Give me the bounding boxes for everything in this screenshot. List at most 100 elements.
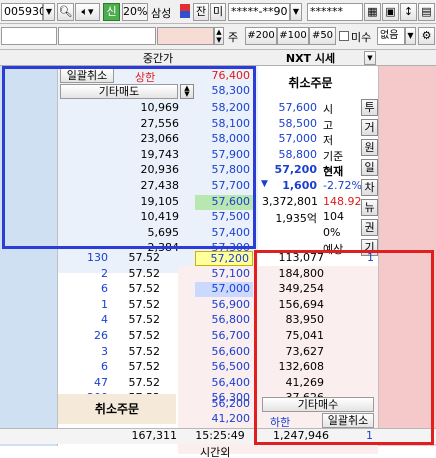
nxt-value: 1,600 <box>282 179 317 192</box>
sort-button[interactable]: ↕ <box>400 3 417 21</box>
field-1[interactable] <box>1 27 57 45</box>
ask-price[interactable]: 57,700 <box>195 179 253 194</box>
fill-left-count[interactable]: 47 <box>60 376 108 389</box>
none-select[interactable]: 없음 <box>377 27 405 45</box>
other-buy-button[interactable]: 기타매수 <box>262 397 374 412</box>
bid-qty[interactable]: 132,608 <box>262 360 325 373</box>
side-tab[interactable]: 차 <box>361 179 378 196</box>
bid-qty[interactable]: 184,800 <box>262 267 325 280</box>
ask-price[interactable]: 57,600 <box>195 194 253 210</box>
bid-price[interactable]: 57,100 <box>195 267 253 282</box>
grid-icon-button[interactable]: ▦ <box>364 3 381 21</box>
bid-qty[interactable]: 41,269 <box>262 376 325 389</box>
table-button[interactable]: ▤ <box>418 3 435 21</box>
qty-200-button[interactable]: #200 <box>245 27 277 45</box>
ask-bulk-cancel-button[interactable]: 일괄취소 <box>60 68 114 83</box>
fill-avg-price[interactable]: 57.52 <box>115 282 161 295</box>
fill-left-count[interactable]: 130 <box>60 251 108 264</box>
qty-50-button[interactable]: #50 <box>309 27 336 45</box>
unfilled-button[interactable]: 미 <box>210 3 226 21</box>
fill-avg-price[interactable]: 57.52 <box>115 360 161 373</box>
right-order-column[interactable] <box>378 66 436 446</box>
bid-qty[interactable]: 156,694 <box>262 298 325 311</box>
ask-qty[interactable]: 27,556 <box>110 117 182 130</box>
other-sell-price: 58,300 <box>211 84 251 97</box>
account-input[interactable]: *****-**90 <box>228 3 290 21</box>
qty-spinner[interactable]: ▲ ▼ <box>214 27 224 45</box>
qty-100-button[interactable]: #100 <box>277 27 309 45</box>
ask-qty[interactable]: 23,066 <box>110 132 182 145</box>
fill-left-count[interactable]: 2 <box>60 267 108 280</box>
ask-price[interactable]: 57,900 <box>195 148 253 163</box>
fill-left-count[interactable]: 3 <box>60 345 108 358</box>
window-icon-button[interactable]: ▣ <box>382 3 399 21</box>
bid-price[interactable]: 56,400 <box>195 376 253 391</box>
ask-price[interactable]: 57,400 <box>195 226 253 241</box>
bid-price[interactable]: 57,200 <box>195 251 253 266</box>
ask-qty[interactable]: 19,743 <box>110 148 182 161</box>
ask-price[interactable]: 58,100 <box>195 117 253 132</box>
bid-cancel-order[interactable]: 취소주문 <box>58 394 176 424</box>
side-tab[interactable]: 일 <box>361 159 378 176</box>
password-input[interactable]: ****** <box>307 3 363 21</box>
ask-price[interactable]: 57,500 <box>195 210 253 225</box>
bid-qty[interactable]: 349,254 <box>262 282 325 295</box>
nxt-dropdown-button[interactable]: ▼ <box>364 51 376 65</box>
ask-qty[interactable]: 20,936 <box>110 163 182 176</box>
stock-code-input[interactable]: 005930 <box>1 3 46 21</box>
bid-qty[interactable]: 83,950 <box>262 313 325 326</box>
sound-button[interactable]: 🔈︎▾ <box>75 3 100 21</box>
bid-price[interactable]: 56,800 <box>195 313 253 328</box>
fill-avg-price[interactable]: 57.52 <box>115 329 161 342</box>
bid-right-count[interactable]: 1 <box>330 251 374 264</box>
side-tab[interactable]: 뉴 <box>361 199 378 216</box>
ask-price[interactable]: 58,200 <box>195 101 253 116</box>
ask-cancel-order[interactable]: 취소주문 <box>258 70 363 97</box>
search-button[interactable]: 🔍︎ <box>57 3 74 21</box>
ask-qty[interactable]: 10,969 <box>110 101 182 114</box>
bid-price[interactable]: 56,700 <box>195 329 253 344</box>
ask-qty[interactable]: 27,438 <box>110 179 182 192</box>
left-order-column[interactable] <box>0 66 58 446</box>
fill-left-count[interactable]: 1 <box>60 298 108 311</box>
ask-qty[interactable]: 19,105 <box>110 195 182 208</box>
fill-left-count[interactable]: 26 <box>60 329 108 342</box>
fill-avg-price[interactable]: 57.52 <box>115 313 161 326</box>
fill-avg-price[interactable]: 57.52 <box>115 298 161 311</box>
bid-qty[interactable]: 113,077 <box>262 251 325 264</box>
side-tab[interactable]: 권 <box>361 219 378 236</box>
bid-bulk-cancel-button[interactable]: 일괄취소 <box>322 413 374 428</box>
fill-left-count[interactable]: 6 <box>60 282 108 295</box>
other-sell-spinner[interactable]: ▲ ▼ <box>180 84 194 99</box>
new-button[interactable]: 신 <box>103 3 120 21</box>
ask-qty[interactable]: 10,419 <box>110 210 182 223</box>
fill-left-count[interactable]: 4 <box>60 313 108 326</box>
side-tab[interactable]: 원 <box>361 139 378 156</box>
code-dropdown-button[interactable]: ▼ <box>43 3 55 21</box>
fill-avg-price[interactable]: 57.52 <box>115 345 161 358</box>
bid-qty[interactable]: 73,627 <box>262 345 325 358</box>
fill-avg-price[interactable]: 57.52 <box>115 376 161 389</box>
field-3[interactable] <box>157 27 214 45</box>
misu-checkbox[interactable] <box>339 31 349 41</box>
account-dropdown-button[interactable]: ▼ <box>290 3 302 21</box>
upper-limit-label: 상한 <box>135 71 156 84</box>
balance-button[interactable]: 잔 <box>193 3 209 21</box>
ask-qty[interactable]: 5,695 <box>110 226 182 239</box>
fill-avg-price[interactable]: 57.52 <box>115 251 161 264</box>
side-tab[interactable]: 투 <box>361 99 378 116</box>
fill-avg-price[interactable]: 57.52 <box>115 267 161 280</box>
side-tab[interactable]: 거 <box>361 119 378 136</box>
bid-price[interactable]: 56,900 <box>195 298 253 313</box>
none-dropdown-button[interactable]: ▼ <box>405 27 416 45</box>
bid-price[interactable]: 56,600 <box>195 345 253 360</box>
other-sell-button[interactable]: 기타매도 <box>60 84 178 99</box>
bid-price[interactable]: 57,000 <box>195 282 253 298</box>
field-2[interactable] <box>58 27 156 45</box>
ask-price[interactable]: 57,800 <box>195 163 253 178</box>
fill-left-count[interactable]: 6 <box>60 360 108 373</box>
bid-qty[interactable]: 75,041 <box>262 329 325 342</box>
ask-price[interactable]: 58,000 <box>195 132 253 147</box>
bid-price[interactable]: 56,500 <box>195 360 253 375</box>
settings-button[interactable]: ⚙ <box>418 27 435 45</box>
